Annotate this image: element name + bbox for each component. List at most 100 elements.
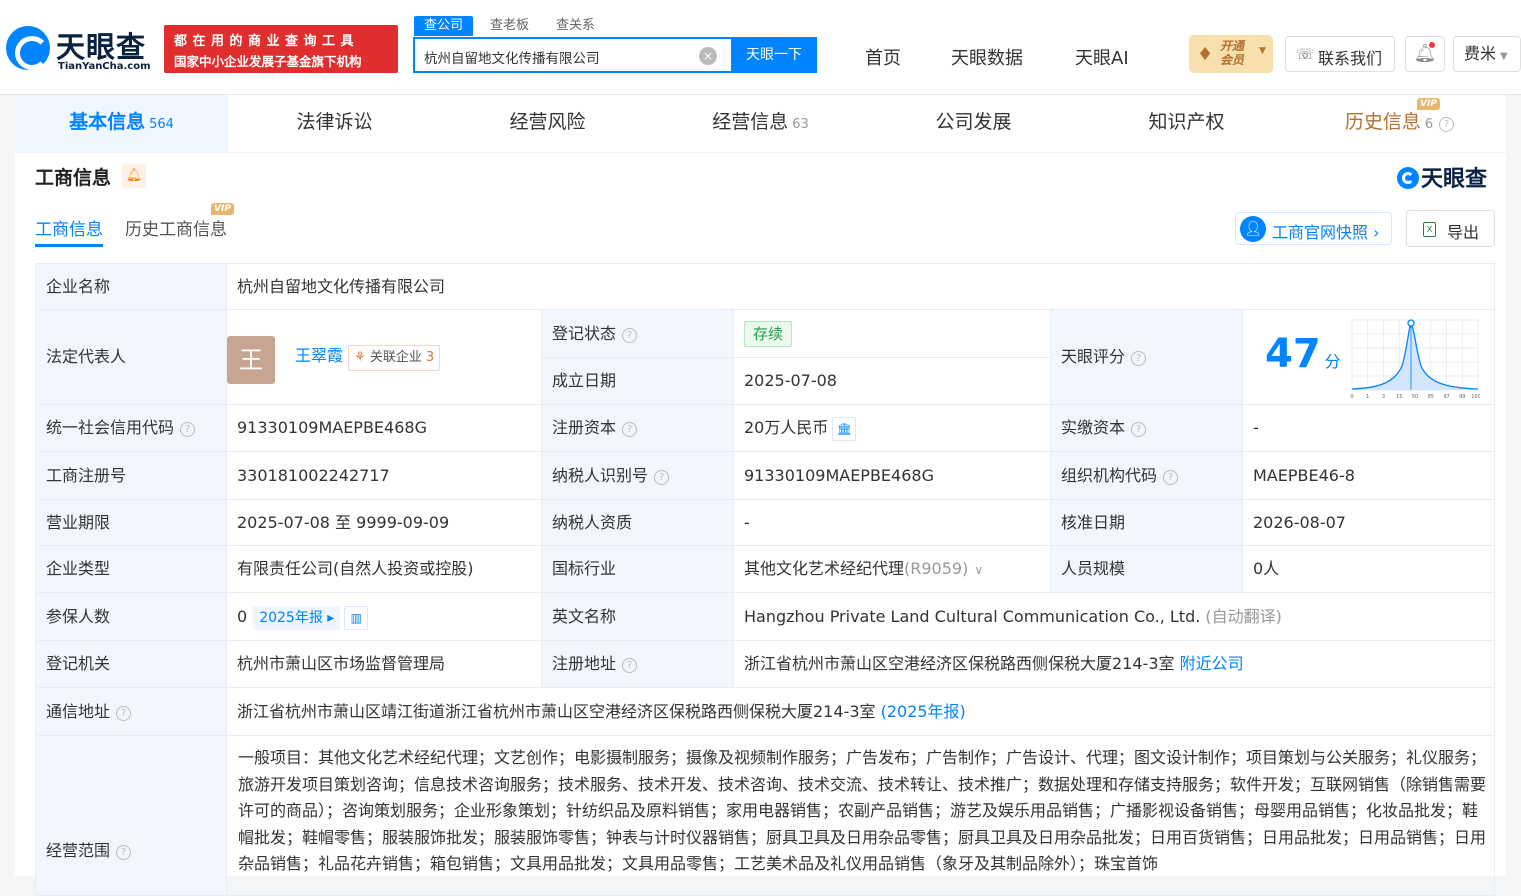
legal-rep-name[interactable]: 王翠霞 xyxy=(295,346,343,365)
search-input-value: 杭州自留地文化传播有限公司 xyxy=(424,51,600,67)
english-name-cell: Hangzhou Private Land Cultural Communica… xyxy=(734,593,1495,641)
score-axis-tick: 3 xyxy=(1382,394,1385,400)
search-button[interactable]: 天眼一下 xyxy=(731,37,817,73)
avatar[interactable]: 王 xyxy=(227,336,275,384)
approval-date-value: 2026-08-07 xyxy=(1243,500,1495,546)
insured-value: 0 xyxy=(237,607,248,626)
taxpayer-id-value: 91330109MAEPBE468G xyxy=(734,452,1051,500)
insured-cell: 0 2025年报 ▸ ▥ xyxy=(227,593,542,641)
help-icon: ? xyxy=(622,422,638,437)
notification-dot xyxy=(1429,42,1435,48)
scope-label: 经营范围? xyxy=(35,736,227,896)
authority-label: 登记机关 xyxy=(35,641,227,688)
logo-title: 天眼查 xyxy=(56,30,147,64)
bank-icon[interactable]: 🏛︎ xyxy=(832,416,857,441)
term-label: 营业期限 xyxy=(35,500,227,546)
network-icon: ⚘ xyxy=(354,350,366,365)
tab-history[interactable]: 历史信息 6? xyxy=(1293,95,1506,152)
score-axis-tick: 100 xyxy=(1471,394,1480,400)
search-tab-boss[interactable]: 查老板 xyxy=(490,16,529,36)
nearby-companies-link[interactable]: 附近公司 xyxy=(1180,654,1244,673)
nav-tianyan-ai[interactable]: 天眼AI xyxy=(1075,44,1129,70)
reg-address-label: 注册地址? xyxy=(542,641,734,688)
established-label: 成立日期 xyxy=(542,358,734,405)
help-icon: ? xyxy=(1131,351,1147,366)
reg-no-value: 330181002242717 xyxy=(227,452,542,500)
notification-button[interactable]: 🔔︎ xyxy=(1405,36,1445,72)
annual-report-link[interactable]: (2025年报) xyxy=(881,702,966,721)
user-menu[interactable]: 费米 ▼ xyxy=(1453,36,1521,72)
related-companies-badge[interactable]: ⚘ 关联企业 3 xyxy=(348,345,441,371)
score-axis-tick: 50 xyxy=(1412,394,1418,400)
vip-line1: 开通 xyxy=(1220,39,1245,53)
staff-value: 0人 xyxy=(1243,546,1495,593)
tab-operation[interactable]: 经营信息 63 xyxy=(654,95,867,152)
score-axis-tick: 15 xyxy=(1396,394,1402,400)
nav-tianyan-data[interactable]: 天眼数据 xyxy=(951,44,1023,70)
tab-ip[interactable]: 知识产权 xyxy=(1080,95,1293,152)
promo-banner[interactable]: 都在用的商业查询工具 国家中小企业发展子基金旗下机构 xyxy=(164,25,398,73)
logo-mark-icon xyxy=(6,26,50,70)
industry-value: 其他文化艺术经纪代理 xyxy=(744,559,905,578)
score-axis-tick: 99 xyxy=(1459,394,1465,400)
official-snapshot-button[interactable]: 👤︎ 工商官网快照 › xyxy=(1235,212,1392,245)
help-icon: ? xyxy=(654,470,670,485)
tianyan-score[interactable]: 47 分 xyxy=(1265,331,1341,377)
export-label: 导出 xyxy=(1447,223,1480,242)
taxpayer-qual-label: 纳税人资质 xyxy=(542,500,734,546)
score-axis-tick: 0 xyxy=(1350,394,1353,400)
auto-translate-note: (自动翻译) xyxy=(1205,607,1282,626)
english-name-label: 英文名称 xyxy=(542,593,734,641)
subtab-history-business-info[interactable]: 历史工商信息 xyxy=(125,215,227,240)
tab-basic-info[interactable]: 基本信息 564 xyxy=(15,95,228,152)
nav-home[interactable]: 首页 xyxy=(865,44,901,70)
chevron-down-icon: ▼ xyxy=(1500,51,1508,62)
help-icon: ? xyxy=(622,328,638,343)
term-value: 2025-07-08 至 9999-09-09 xyxy=(227,500,542,546)
subtab-business-info[interactable]: 工商信息 xyxy=(35,215,103,240)
search-input[interactable]: 杭州自留地文化传播有限公司 × xyxy=(413,37,731,73)
vip-open-button[interactable]: ♦ 开通 会员 ▼ xyxy=(1189,35,1273,73)
contact-us-button[interactable]: ☏ 联系我们 xyxy=(1285,36,1395,72)
help-icon: ? xyxy=(116,845,132,860)
score-axis-tick: 1 xyxy=(1366,394,1369,400)
help-icon: ? xyxy=(1439,117,1455,132)
reg-capital-label: 注册资本? xyxy=(542,405,734,452)
annual-report-badge[interactable]: 2025年报 ▸ xyxy=(253,606,341,630)
taxpayer-qual-value: - xyxy=(734,500,1051,546)
approval-date-label: 核准日期 xyxy=(1051,500,1243,546)
credit-code-label: 统一社会信用代码? xyxy=(35,405,227,452)
tab-development[interactable]: 公司发展 xyxy=(867,95,1080,152)
search-tab-relation[interactable]: 查关系 xyxy=(556,16,595,36)
user-name: 费米 xyxy=(1464,44,1497,63)
logo-subtitle: TianYanCha.com xyxy=(58,61,151,72)
english-name-value: Hangzhou Private Land Cultural Communica… xyxy=(744,607,1201,626)
org-code-value: MAEPBE46-8 xyxy=(1243,452,1495,500)
tab-legal[interactable]: 法律诉讼 xyxy=(228,95,441,152)
industry-cell[interactable]: 其他文化艺术经纪代理(R9059) ∨ xyxy=(734,546,1051,593)
score-axis-tick: 85 xyxy=(1428,394,1434,400)
tianyancha-watermark: 天眼查 xyxy=(1397,161,1487,193)
export-button[interactable]: X 导出 xyxy=(1406,210,1495,247)
clear-search-icon[interactable]: × xyxy=(699,47,717,65)
vip-badge: VIP xyxy=(211,203,234,215)
legal-rep-label: 法定代表人 xyxy=(35,310,227,405)
contact-us-label: 联系我们 xyxy=(1318,49,1383,68)
type-value: 有限责任公司(自然人投资或控股) xyxy=(227,546,542,593)
score-axis-tick: 97 xyxy=(1443,394,1449,400)
reg-status-cell: 存续 xyxy=(734,310,1051,358)
chart-icon[interactable]: ▥ xyxy=(344,605,369,630)
subscribe-bell-icon[interactable]: 🔔︎ xyxy=(122,164,146,188)
paid-capital-value: - xyxy=(1243,405,1495,452)
company-name-value: 杭州自留地文化传播有限公司 xyxy=(227,263,1495,310)
chevron-down-icon: ▼ xyxy=(1259,46,1266,56)
help-icon: ? xyxy=(180,422,196,437)
tab-risk[interactable]: 经营风险 xyxy=(441,95,654,152)
search-tab-company[interactable]: 查公司 xyxy=(414,16,474,36)
reg-capital-value: 20万人民币 xyxy=(744,418,829,437)
tianyancha-logo[interactable]: 天眼查 TianYanCha.com xyxy=(6,24,156,74)
help-icon: ? xyxy=(116,706,132,721)
official-snapshot-label: 工商官网快照 › xyxy=(1272,223,1380,242)
mail-address-value: 浙江省杭州市萧山区靖江街道浙江省杭州市萧山区空港经济区保税路西侧保税大厦214-… xyxy=(237,702,876,721)
help-icon: ? xyxy=(1163,470,1179,485)
